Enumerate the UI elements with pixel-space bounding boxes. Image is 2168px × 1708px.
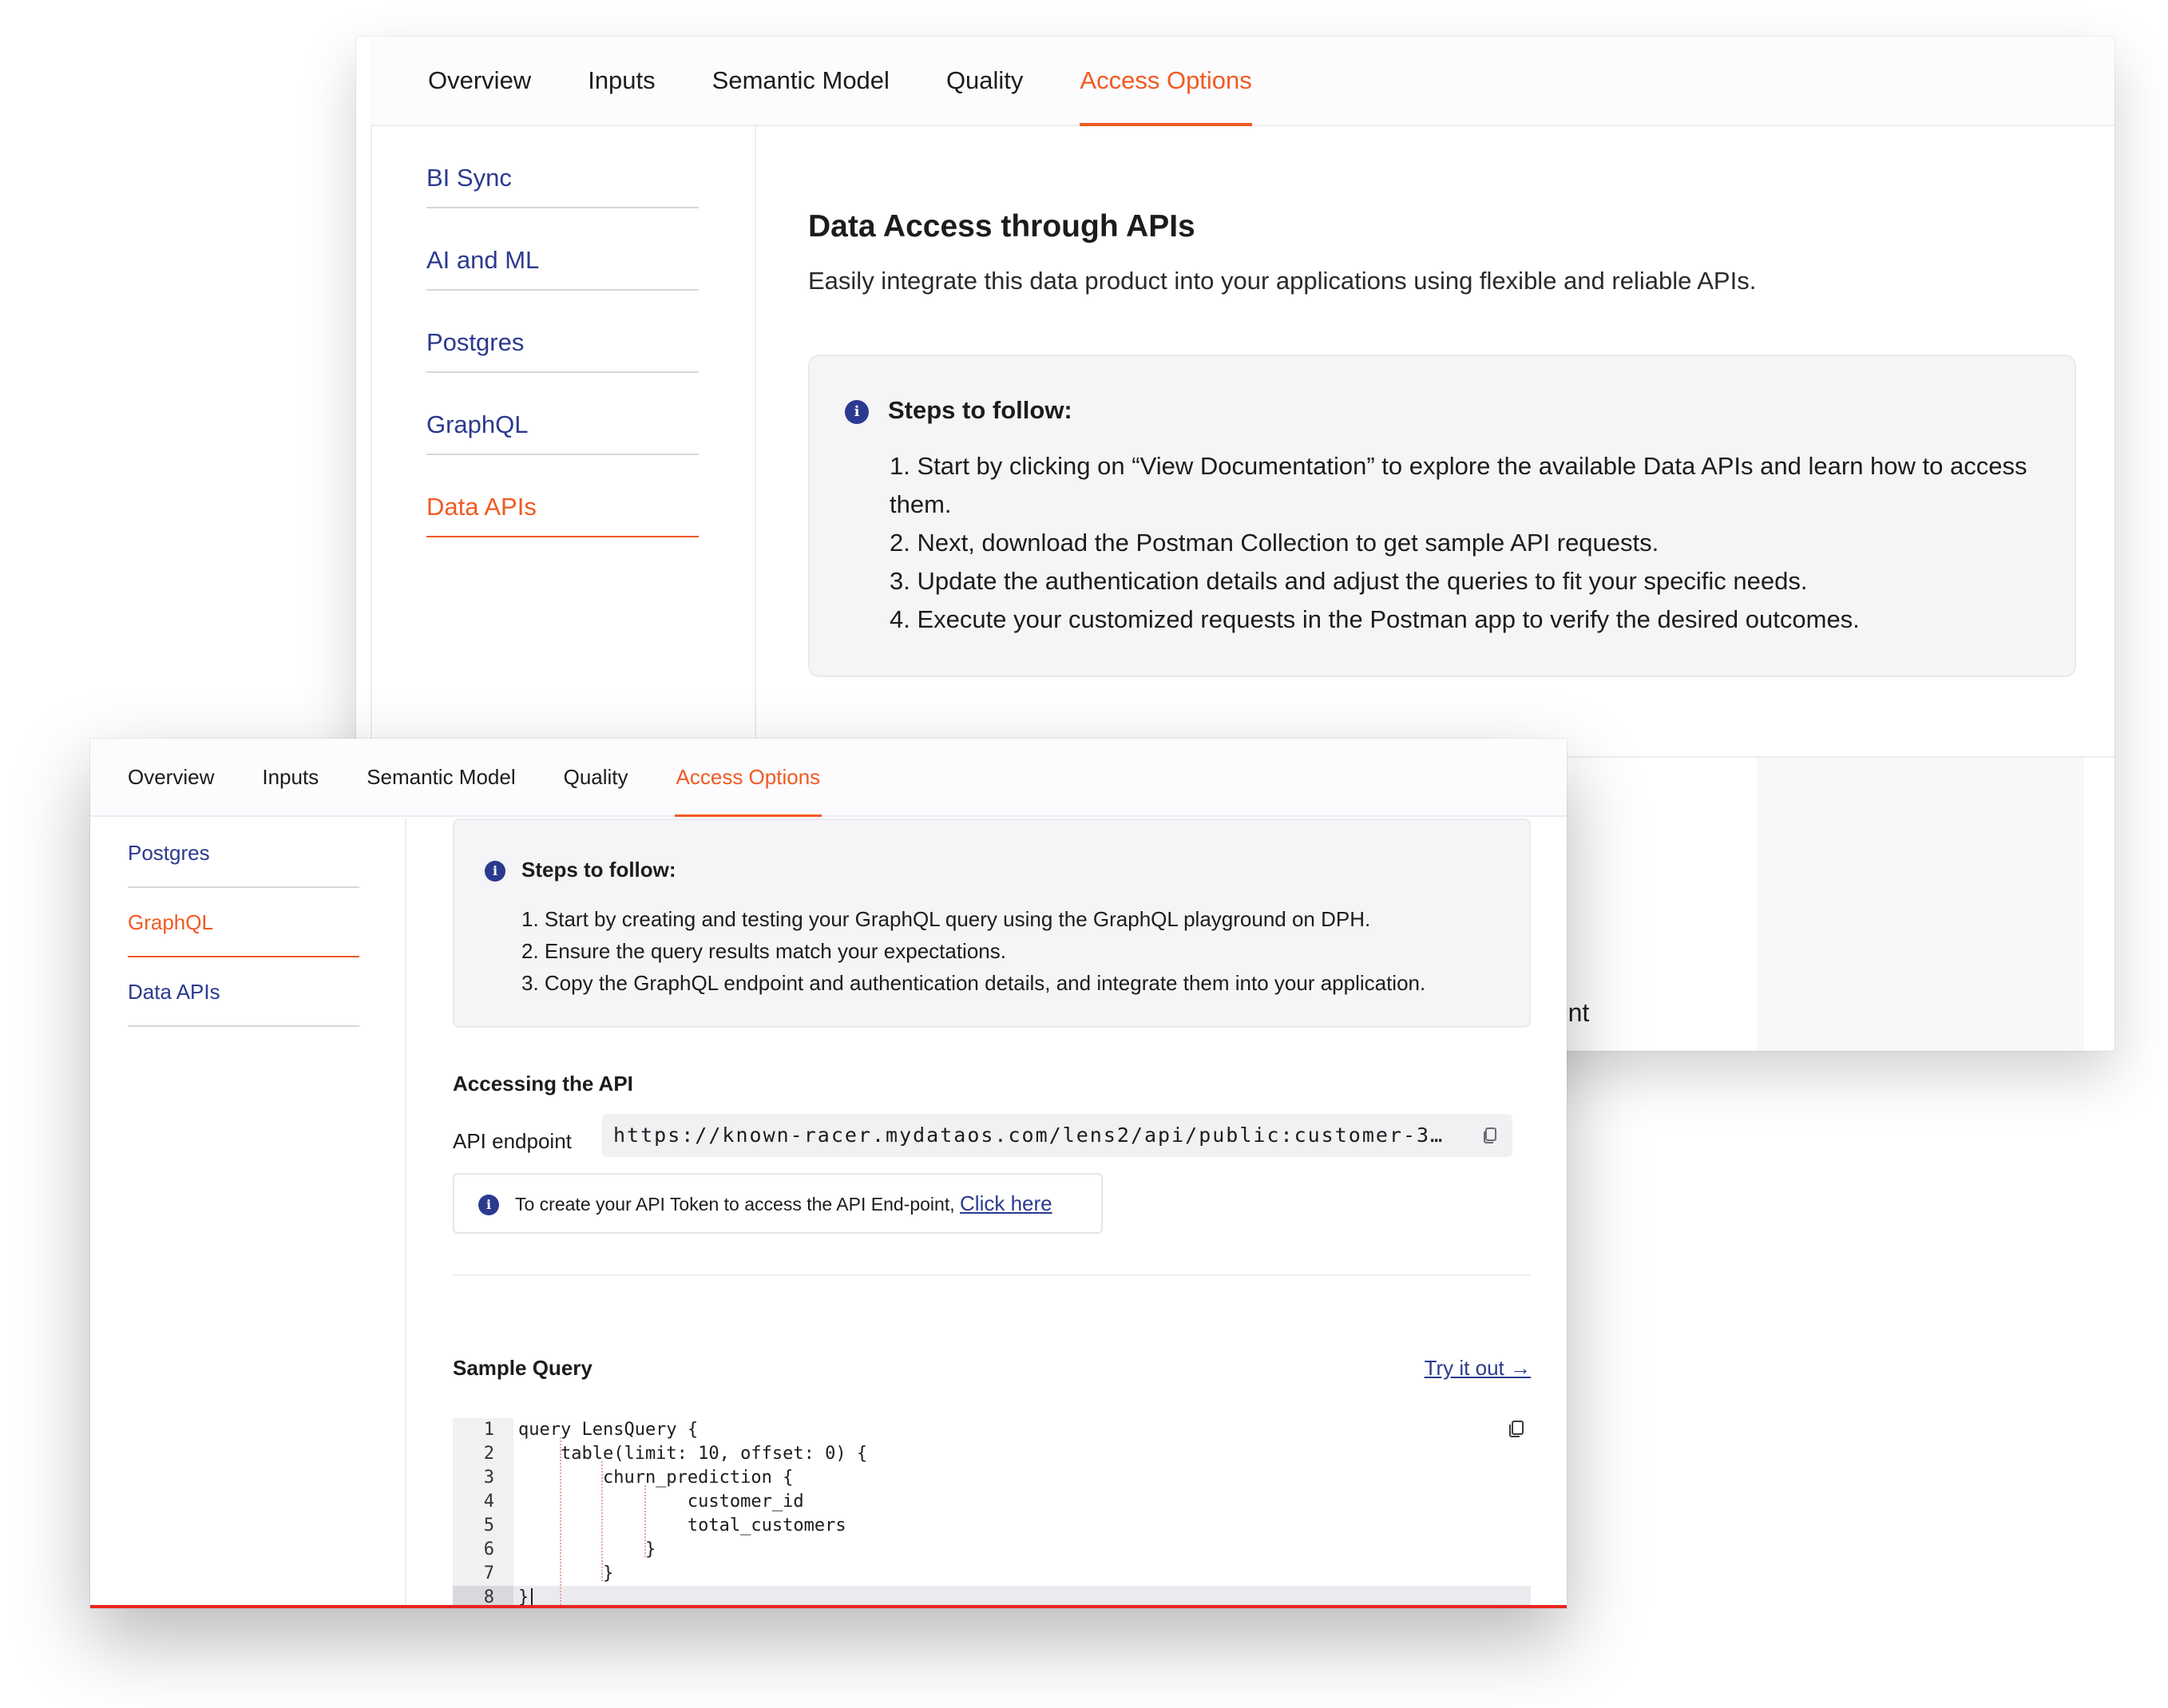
sidebar-item-bi-sync[interactable]: BI Sync <box>426 126 699 208</box>
front-content: i Steps to follow: 1. Start by creating … <box>453 818 1531 1605</box>
code-editor[interactable]: 1 query LensQuery { 2 table(limit: 10, of… <box>453 1418 1531 1607</box>
accessing-api-title: Accessing the API <box>453 1072 633 1096</box>
steps-card: i Steps to follow: 1. Start by clicking … <box>808 355 2076 677</box>
sidebar-item-ai-and-ml[interactable]: AI and ML <box>426 208 699 291</box>
step-item: 1. Start by creating and testing your Gr… <box>521 907 1371 931</box>
step-item: 3. Copy the GraphQL endpoint and authent… <box>521 971 1426 995</box>
api-token-text: To create your API Token to access the A… <box>515 1175 1052 1232</box>
front-sidebar: Postgres GraphQL Data APIs <box>128 818 359 1027</box>
sidebar-item-postgres[interactable]: Postgres <box>128 818 359 888</box>
try-it-out-link[interactable]: Try it out → <box>1425 1356 1531 1381</box>
steps-title: Steps to follow: <box>888 396 1072 424</box>
back-tab-bar: Overview Inputs Semantic Model Quality A… <box>371 37 2114 126</box>
text-cursor <box>531 1588 533 1605</box>
code-line-text: } <box>518 1563 614 1583</box>
front-tab-bar: Overview Inputs Semantic Model Quality A… <box>90 739 1567 817</box>
tab-semantic-model[interactable]: Semantic Model <box>367 739 515 815</box>
step-item: 3. Update the authentication details and… <box>890 567 1808 595</box>
code-line: 3 churn_prediction { <box>453 1466 1531 1490</box>
code-line-text: table(limit: 10, offset: 0) { <box>518 1444 868 1464</box>
tab-semantic-model[interactable]: Semantic Model <box>712 37 890 125</box>
indent-guide <box>560 1437 561 1605</box>
step-item: 2. Next, download the Postman Collection… <box>890 529 1659 557</box>
tab-access-options[interactable]: Access Options <box>674 739 822 817</box>
tab-inputs[interactable]: Inputs <box>588 37 655 125</box>
tab-overview[interactable]: Overview <box>128 739 214 815</box>
info-circle-icon: i <box>485 861 505 882</box>
api-endpoint-label: API endpoint <box>453 1129 572 1153</box>
sidebar-item-data-apis[interactable]: Data APIs <box>426 455 699 537</box>
tab-overview[interactable]: Overview <box>428 37 531 125</box>
steps-card: i Steps to follow: 1. Start by creating … <box>453 818 1531 1028</box>
code-line-text: total_customers <box>518 1516 846 1536</box>
code-line: 4 customer_id <box>453 1490 1531 1514</box>
create-token-link[interactable]: Click here <box>960 1191 1052 1215</box>
info-circle-icon: i <box>845 400 869 424</box>
code-line-text: query LensQuery { <box>518 1420 699 1440</box>
step-item: 1. Start by clicking on “View Documentat… <box>890 452 2027 518</box>
steps-list: 1. Start by clicking on “View Documentat… <box>890 447 2047 639</box>
sidebar-item-graphql[interactable]: GraphQL <box>426 373 699 455</box>
info-circle-icon: i <box>478 1195 499 1215</box>
code-line: 1 query LensQuery { <box>453 1418 1531 1442</box>
steps-title: Steps to follow: <box>521 858 676 882</box>
code-line: 7 } <box>453 1562 1531 1586</box>
indent-guide <box>601 1461 603 1581</box>
right-panel <box>1757 758 2084 1051</box>
api-endpoint-field[interactable]: https://known-racer.mydataos.com/lens2/a… <box>602 1114 1512 1157</box>
sidebar-item-data-apis[interactable]: Data APIs <box>128 957 359 1027</box>
code-line-text: } <box>518 1587 529 1607</box>
page-subtitle: Easily integrate this data product into … <box>808 267 1757 295</box>
tab-quality[interactable]: Quality <box>564 739 628 815</box>
section-divider <box>453 1274 1531 1276</box>
api-token-message: To create your API Token to access the A… <box>515 1194 955 1215</box>
tab-access-options[interactable]: Access Options <box>1080 37 1253 126</box>
sample-query-title: Sample Query <box>453 1356 593 1380</box>
tab-quality[interactable]: Quality <box>946 37 1023 125</box>
code-line: 2 table(limit: 10, offset: 0) { <box>453 1442 1531 1466</box>
code-line-text: } <box>518 1540 656 1559</box>
step-item: 4. Execute your customized requests in t… <box>890 605 1860 633</box>
sidebar-divider <box>405 818 406 1605</box>
code-line: 6 } <box>453 1538 1531 1562</box>
api-endpoint-value[interactable]: https://known-racer.mydataos.com/lens2/a… <box>613 1114 1444 1157</box>
step-item: 2. Ensure the query results match your e… <box>521 939 1006 963</box>
copy-icon[interactable] <box>1480 1126 1500 1145</box>
copy-icon[interactable] <box>1507 1419 1526 1440</box>
tab-inputs[interactable]: Inputs <box>262 739 319 815</box>
sidebar-item-postgres[interactable]: Postgres <box>426 291 699 373</box>
code-line: 5 total_customers <box>453 1514 1531 1538</box>
code-line-current: 8} <box>453 1586 1531 1607</box>
page-title: Data Access through APIs <box>808 209 1195 244</box>
front-window: Overview Inputs Semantic Model Quality A… <box>90 739 1567 1608</box>
indent-guide <box>644 1485 646 1557</box>
api-token-notice: i To create your API Token to access the… <box>453 1173 1103 1234</box>
back-sidebar: BI Sync AI and ML Postgres GraphQL Data … <box>426 126 699 537</box>
sidebar-item-graphql[interactable]: GraphQL <box>128 888 359 957</box>
steps-list: 1. Start by creating and testing your Gr… <box>521 903 1528 999</box>
